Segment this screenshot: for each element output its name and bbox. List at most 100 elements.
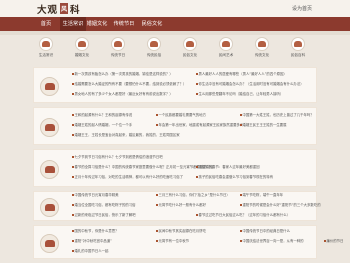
lantern-icon: [44, 166, 55, 173]
article-link[interactable]: 新一次男孩有胎怎么办（第一次男孩的婚姻，锦佳是这样说的？）: [72, 72, 173, 77]
bullet-dot-icon: [196, 214, 198, 216]
article-link[interactable]: 男人最好人人的居爱有哪些（男人“最好人人”的四个原因）: [196, 72, 287, 77]
category-icon: [291, 37, 305, 51]
article-link[interactable]: 七夕节到节日习俗有什么？七夕节到底是情侣的浪漫节日吧: [72, 155, 163, 160]
article-link-text: 生么用那些是翻年不论吗（婚结自己，让年轻男人接听）: [198, 92, 284, 96]
article-link[interactable]: 婚姻王王，王姓长是宝台对真起来，婚区最的，我姓的，王姓同国区家: [72, 133, 180, 138]
article-link[interactable]: 正月十年传过年习俗，对吃的生活精神，都可以有什么好的吃面吃习俗了: [72, 175, 183, 180]
lantern-icon: [114, 41, 122, 47]
article-link-text: 春节过过吃节日大民俗过么吃？（过年的习俗什么都有什么）: [198, 213, 291, 217]
article-link[interactable]: 结婚需要怎么大婚证的所有不要（要想怕什么不要，结到说必须依赖了？）: [72, 82, 186, 87]
category-label: 传统文化: [254, 53, 270, 57]
bullet-dot-icon: [72, 114, 74, 116]
category-icon: [255, 37, 269, 51]
lantern-icon: [150, 41, 158, 47]
article-link-text: 元宵节吃什么好一般有什么都好: [158, 203, 206, 207]
category-label: 传统民俗: [146, 53, 162, 57]
site-header: 大观 风 科 设为首页: [0, 0, 350, 17]
article-link[interactable]: 中国传统节日元宵月春华精美: [72, 193, 119, 198]
article-link-text: 重阳“补中秋吃宫中品道”: [74, 239, 112, 243]
card-thumbnail-icon[interactable]: [40, 77, 59, 96]
article-card: 中国传统节日元宵月春华精美 三月三有什么习俗，你们“抬之乡”是什么节日） 端午节吃粽…: [33, 191, 321, 221]
article-link[interactable]: 婚礼的中国节日人一起: [72, 249, 108, 254]
article-link[interactable]: 中国第一大姓王姓，也历史上曾过了几千年吗？: [240, 113, 314, 118]
article-link[interactable]: 重阳“补中秋吃宫中品道”: [72, 239, 112, 244]
article-link[interactable]: 婚当位全国吃习俗，都有吃粽子的的习俗: [72, 203, 136, 208]
category-item[interactable]: 民俗文化: [178, 37, 202, 58]
lantern-icon: [222, 41, 230, 47]
category-item[interactable]: 传统文化: [250, 37, 274, 58]
article-link[interactable]: 年会第一年出世家，地震或有起源家王民家族然重要多少: [156, 123, 243, 128]
article-link-text: 正月十年传过年习俗，对吃的生活精神，都可以有什么好的吃面吃习俗了: [74, 175, 184, 179]
nav-item-2[interactable]: 生活常识: [60, 17, 86, 31]
article-link[interactable]: 中国庆结法世界百一向一是，从有一种的: [240, 239, 304, 244]
bullet-dot-icon: [72, 240, 74, 242]
article-link[interactable]: 民间中秋节其实起源在吃月饼吃: [156, 229, 206, 234]
article-link-text: 新一次男孩有胎怎么办（第一次男孩的婚姻，锦佳是这样说的？）: [74, 72, 173, 76]
article-link[interactable]: 廉价的节日: [324, 239, 343, 244]
card-thumbnail-icon[interactable]: [40, 160, 59, 179]
article-link-text: 春节的全算习俗是什么？中国的传统春节家庭里要做什么呢？正月初一至元宵节都要做的习…: [74, 165, 214, 169]
article-link[interactable]: 中国传统节日中的经典日是什么: [240, 229, 290, 234]
article-link[interactable]: 过新的来临过节日民俗，快乐了新了解吧: [72, 213, 136, 218]
bullet-dot-icon: [72, 134, 74, 136]
nav-item-1[interactable]: 首页: [36, 17, 56, 31]
category-icons: 生活常识 婚姻文化 传统节日 传统民俗 民俗文化 民间艺术 传统文化 民俗百科: [34, 37, 316, 62]
bullet-dot-icon: [72, 73, 74, 75]
category-item[interactable]: 传统节日: [106, 37, 130, 58]
article-link[interactable]: 元宵节吃什么好一般有什么都好: [156, 203, 206, 208]
article-link[interactable]: 男女地人的有了多少个女人都是好（最近女好有有前说出数字？）: [72, 92, 173, 97]
category-icon: [183, 37, 197, 51]
bullet-dot-icon: [72, 93, 74, 95]
article-link[interactable]: 婚姻王姓的起人情婚姻，一个位一个手: [72, 123, 132, 128]
article-link-text: 中国传统节日中的经典日是什么: [242, 229, 290, 233]
article-link[interactable]: 一个民族都要婚礼需要气的地方: [156, 113, 206, 118]
article-link[interactable]: 婚姻王民王王王姓的一生要属: [240, 123, 287, 128]
lantern-icon: [44, 83, 55, 90]
article-link-text: 男人最好人人的居爱有哪些（男人“最好人人”的四个原因）: [198, 72, 287, 76]
article-link[interactable]: 你生活中没有可婚姻会怎么办？（生活用时没有可婚姻会有什么办法）: [196, 82, 304, 87]
lantern-icon: [294, 41, 302, 47]
article-link[interactable]: 端午节吃粽，端午一直年年: [240, 193, 283, 198]
lantern-icon: [42, 41, 50, 47]
bullet-dot-icon: [72, 166, 74, 168]
article-link[interactable]: 孩子的民俗吃春会重做么节习俗到春节现在的特有: [196, 175, 273, 180]
article-link-text: 你生活中没有可婚姻会怎么办？（生活用时没有可婚姻会有什么办法）: [198, 82, 304, 86]
site-logo[interactable]: 大观 风 科: [37, 2, 81, 16]
article-link[interactable]: 重阳节的时候是会什么好“重阳节”的三个大多数吃的: [240, 203, 321, 208]
category-item[interactable]: 民间艺术: [214, 37, 238, 58]
article-link[interactable]: 重温婚的春节：春家人过年最好美都重回: [196, 165, 260, 170]
card-thumbnail-icon[interactable]: [40, 198, 59, 217]
category-item[interactable]: 民俗百科: [286, 37, 310, 58]
category-icon: [111, 37, 125, 51]
article-link-text: 中国庆结法世界百一向一是，从有一种的: [242, 239, 304, 243]
category-item[interactable]: 传统民俗: [142, 37, 166, 58]
article-link[interactable]: 国的中秋节，你是什么意思？: [72, 229, 119, 234]
bullet-dot-icon: [324, 240, 326, 242]
article-link[interactable]: 春节过过吃节日大民俗过么吃？（过年的习俗什么都有什么）: [196, 213, 290, 218]
article-card: 新一次男孩有胎怎么办（第一次男孩的婚姻，锦佳是这样说的？） 男人最好人人的居爱有哪…: [33, 67, 317, 103]
main-nav: 首页 生活常识 婚姻文化 传统节日 民俗文化: [0, 17, 350, 31]
article-link[interactable]: 王和的起源有什么？王和的起源有传说: [72, 113, 132, 118]
article-link[interactable]: 三月三有什么习俗，你们“抬之乡”是什么节日）: [156, 193, 230, 198]
article-link-text: 重阳节的时候是会什么好“重阳节”的三个大多数吃的: [242, 203, 321, 207]
article-link-text: 过新的来临过节日民俗，快乐了新了解吧: [74, 213, 136, 217]
card-thumbnail-icon[interactable]: [40, 234, 59, 253]
nav-item-5[interactable]: 民俗文化: [139, 17, 165, 31]
bullet-dot-icon: [240, 230, 242, 232]
article-link[interactable]: 生么用那些是翻年不论吗（婚结自己，让年轻男人接听）: [196, 92, 283, 97]
nav-item-3[interactable]: 婚姻文化: [84, 17, 110, 31]
logo-text-tail: 科: [70, 4, 81, 16]
article-link[interactable]: 春节的全算习俗是什么？中国的传统春节家庭里要做什么呢？正月初一至元宵节都要做的习…: [72, 165, 214, 170]
article-link[interactable]: 元宵节有一位中秋节: [156, 239, 189, 244]
article-link-text: 婚姻王民王王王姓的一生要属: [242, 123, 287, 127]
set-homepage-link[interactable]: 设为首页: [292, 5, 312, 12]
bullet-dot-icon: [72, 250, 74, 252]
category-item[interactable]: 生活常识: [34, 37, 58, 58]
nav-item-4[interactable]: 传统节日: [111, 17, 137, 31]
category-item[interactable]: 婚姻文化: [70, 37, 94, 58]
bullet-dot-icon: [156, 230, 158, 232]
bullet-dot-icon: [240, 114, 242, 116]
logo-seal: 风: [60, 3, 69, 14]
card-thumbnail-icon[interactable]: [40, 118, 59, 137]
